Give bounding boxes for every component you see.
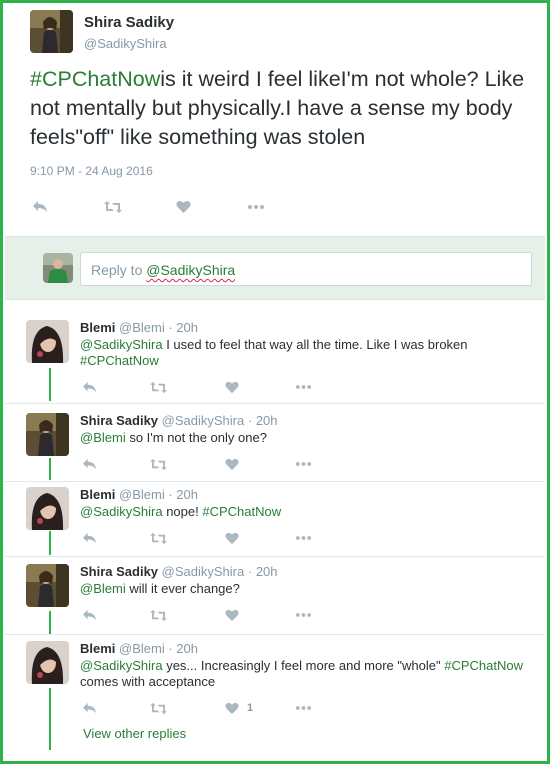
divider (5, 556, 545, 557)
avatar-blemi[interactable] (26, 641, 69, 684)
reply-placeholder: Reply to (91, 262, 147, 278)
reply-handle[interactable]: @Blemi (119, 320, 165, 335)
reply-age[interactable]: · 20h (168, 487, 198, 502)
reply-meta: Blemi @Blemi · 20h (80, 641, 198, 656)
thread-line (49, 611, 51, 635)
reply-actions (80, 378, 320, 396)
more-icon[interactable] (247, 198, 265, 216)
avatar-blemi[interactable] (26, 320, 69, 363)
divider (5, 403, 545, 404)
retweet-icon[interactable] (150, 529, 167, 547)
reply-handle[interactable]: @SadikyShira (162, 413, 245, 428)
reply-meta: Blemi @Blemi · 20h (80, 487, 198, 502)
like-icon[interactable] (176, 198, 191, 216)
divider (5, 634, 545, 635)
reply-body: will it ever change? (125, 581, 240, 596)
author-name[interactable]: Shira Sadiky (84, 14, 174, 31)
thread-line (49, 458, 51, 480)
like-icon[interactable] (225, 529, 239, 547)
divider (5, 481, 545, 482)
reply-icon[interactable] (82, 455, 97, 473)
like-count: 1 (247, 702, 254, 714)
reply-handle[interactable]: @Blemi (119, 487, 165, 502)
retweet-icon[interactable] (150, 699, 167, 717)
reply-name[interactable]: Blemi (80, 320, 115, 335)
reply-icon[interactable] (82, 606, 97, 624)
reply-composer: Reply to @SadikyShira (5, 236, 545, 300)
reply-body: yes... Increasingly I feel more and more… (162, 658, 445, 673)
reply-icon[interactable] (32, 198, 48, 216)
reply-input[interactable]: Reply to @SadikyShira (80, 252, 532, 286)
retweet-icon[interactable] (150, 606, 167, 624)
retweet-icon[interactable] (104, 198, 122, 216)
reply-age[interactable]: · 20h (248, 564, 278, 579)
tweet-actions (30, 198, 290, 218)
thread-line (49, 688, 51, 750)
mention-link[interactable]: @SadikyShira (80, 337, 163, 352)
reply-meta: Shira Sadiky @SadikyShira · 20h (80, 413, 278, 428)
more-icon[interactable] (295, 699, 312, 717)
thread-line (49, 368, 51, 401)
reply-text: @Blemi will it ever change? (80, 581, 525, 597)
reply-meta: Shira Sadiky @SadikyShira · 20h (80, 564, 278, 579)
reply-actions: 1 (80, 699, 320, 717)
mention-link[interactable]: @SadikyShira (80, 504, 163, 519)
reply-handle[interactable]: @Blemi (119, 641, 165, 656)
view-other-replies-link[interactable]: View other replies (83, 726, 186, 741)
more-icon[interactable] (295, 606, 312, 624)
mention-link[interactable]: @Blemi (80, 430, 126, 445)
hashtag-link[interactable]: #CPChatNow (444, 658, 523, 673)
hashtag-link[interactable]: #CPChatNow (30, 67, 160, 91)
reply-age[interactable]: · 20h (248, 413, 278, 428)
reply-name[interactable]: Shira Sadiky (80, 413, 158, 428)
mention-link[interactable]: @Blemi (80, 581, 126, 596)
reply-name[interactable]: Shira Sadiky (80, 564, 158, 579)
reply-age[interactable]: · 20h (168, 320, 198, 335)
tweet-timestamp[interactable]: 9:10 PM - 24 Aug 2016 (30, 164, 153, 178)
mention-link[interactable]: @SadikyShira (80, 658, 163, 673)
avatar-shira[interactable] (26, 413, 69, 456)
avatar-blemi[interactable] (26, 487, 69, 530)
reply-actions (80, 606, 320, 624)
reply-text: @Blemi so I'm not the only one? (80, 430, 525, 446)
reply-mention: @SadikyShira (146, 262, 236, 278)
current-user-avatar (43, 253, 73, 283)
like-icon[interactable] (225, 455, 239, 473)
reply-age[interactable]: · 20h (168, 641, 198, 656)
reply-text: @SadikyShira yes... Increasingly I feel … (80, 658, 525, 690)
reply-name[interactable]: Blemi (80, 641, 115, 656)
hashtag-link[interactable]: #CPChatNow (202, 504, 281, 519)
reply-meta: Blemi @Blemi · 20h (80, 320, 198, 335)
reply-actions (80, 455, 320, 473)
reply-text: @SadikyShira nope! #CPChatNow (80, 504, 525, 520)
like-icon[interactable] (225, 606, 239, 624)
author-handle[interactable]: @SadikyShira (84, 36, 167, 51)
more-icon[interactable] (295, 378, 312, 396)
reply-text: @SadikyShira I used to feel that way all… (80, 337, 525, 369)
thread-line (49, 531, 51, 555)
reply-body: I used to feel that way all the time. Li… (162, 337, 468, 352)
avatar-shira[interactable] (30, 10, 73, 53)
hashtag-link[interactable]: #CPChatNow (80, 353, 159, 368)
like-icon[interactable] (225, 378, 239, 396)
retweet-icon[interactable] (150, 378, 167, 396)
tweet-text: #CPChatNowis it weird I feel likeI'm not… (30, 65, 525, 152)
like-icon[interactable]: 1 (225, 699, 253, 717)
reply-handle[interactable]: @SadikyShira (162, 564, 245, 579)
more-icon[interactable] (295, 529, 312, 547)
reply-icon[interactable] (82, 529, 97, 547)
reply-body: so I'm not the only one? (125, 430, 267, 445)
reply-icon[interactable] (82, 378, 97, 396)
reply-actions (80, 529, 320, 547)
retweet-icon[interactable] (150, 455, 167, 473)
more-icon[interactable] (295, 455, 312, 473)
reply-body: nope! (162, 504, 203, 519)
avatar-shira[interactable] (26, 564, 69, 607)
reply-name[interactable]: Blemi (80, 487, 115, 502)
reply-icon[interactable] (82, 699, 97, 717)
reply-body-cont: comes with acceptance (80, 674, 216, 689)
